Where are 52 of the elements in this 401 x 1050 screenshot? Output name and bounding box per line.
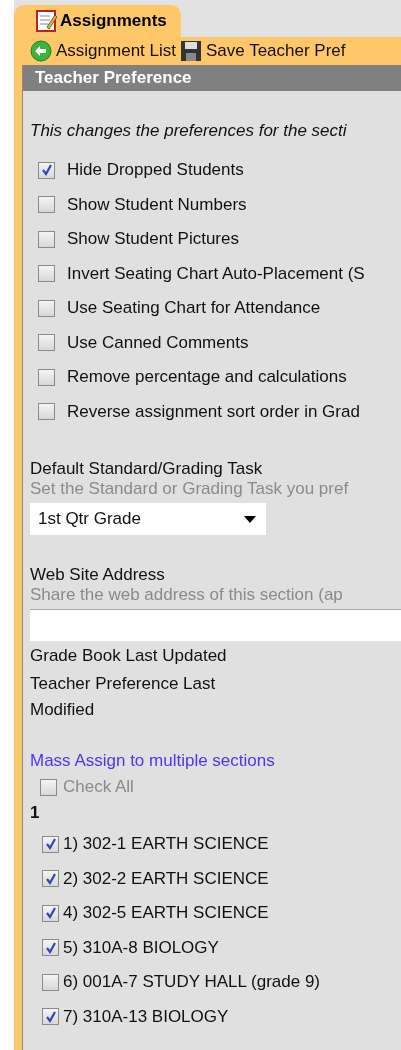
checkbox-label: Remove percentage and calculations: [67, 367, 347, 388]
check-icon: [43, 906, 58, 921]
checkbox[interactable]: [42, 939, 59, 957]
assignments-tab[interactable]: Assignments: [14, 5, 181, 37]
web-address-field[interactable]: [30, 609, 401, 641]
checkbox[interactable]: [38, 265, 55, 283]
notebook-icon: [34, 9, 58, 33]
field-label: Web Site Address: [30, 565, 166, 585]
info-label: Teacher Preference Last Modified: [30, 673, 217, 721]
checkbox-label: Reverse assignment sort order in Grad: [67, 401, 360, 422]
checkbox-label: 4) 302-5 EARTH SCIENCE: [63, 903, 269, 924]
checkbox[interactable]: [38, 368, 55, 386]
checkbox[interactable]: [38, 403, 55, 421]
checkbox-label: Show Student Pictures: [67, 229, 239, 250]
checkbox[interactable]: [38, 196, 55, 214]
checkbox[interactable]: [38, 161, 55, 179]
checkbox-label: Hide Dropped Students: [67, 160, 244, 181]
intro-text: This changes the preferences for the secti: [30, 121, 348, 141]
checkbox[interactable]: [42, 904, 59, 922]
checkbox[interactable]: [42, 835, 59, 853]
checkbox[interactable]: [38, 299, 55, 317]
checkbox[interactable]: [42, 870, 59, 888]
info-label: Grade Book Last Updated: [30, 645, 228, 667]
check-icon: [43, 940, 58, 955]
field-hint: Set the Standard or Grading Task you pref: [30, 479, 350, 499]
checkbox-label: 2) 302-2 EARTH SCIENCE: [63, 868, 269, 889]
checkbox-label: 1) 302-1 EARTH SCIENCE: [63, 834, 269, 855]
group-number: 1: [30, 803, 41, 823]
grading-task-dropdown[interactable]: 1st Qtr Grade: [30, 503, 266, 535]
mass-assign-link[interactable]: Mass Assign to multiple sections: [30, 751, 275, 771]
panel-title: Teacher Preference: [23, 65, 401, 91]
checkbox-label: Invert Seating Chart Auto-Placement (S: [67, 263, 365, 284]
checkbox-label: Use Canned Comments: [67, 332, 249, 353]
checkbox-label: 6) 001A-7 STUDY HALL (grade 9): [63, 972, 320, 993]
checkbox-label: Show Student Numbers: [67, 194, 247, 215]
back-button[interactable]: Assignment List: [30, 40, 176, 62]
caret-icon: [244, 515, 256, 523]
checkbox-label: Use Seating Chart for Attendance: [67, 298, 321, 319]
checkbox-label: Check All: [63, 777, 134, 797]
save-button[interactable]: Save Teacher Pref: [180, 40, 346, 62]
checkbox[interactable]: [42, 973, 59, 991]
check-icon: [39, 163, 54, 178]
checkbox-label: 5) 310A-8 BIOLOGY: [63, 937, 219, 958]
field-label: Default Standard/Grading Task: [30, 459, 264, 479]
check-icon: [43, 1009, 58, 1024]
checkbox[interactable]: [42, 1008, 59, 1026]
field-hint: Share the web address of this section (ap: [30, 585, 344, 605]
checkbox-label: 7) 310A-13 BIOLOGY: [63, 1006, 229, 1027]
check-icon: [43, 871, 58, 886]
checkbox[interactable]: [38, 334, 55, 352]
check-icon: [43, 837, 58, 852]
checkbox[interactable]: [38, 230, 55, 248]
